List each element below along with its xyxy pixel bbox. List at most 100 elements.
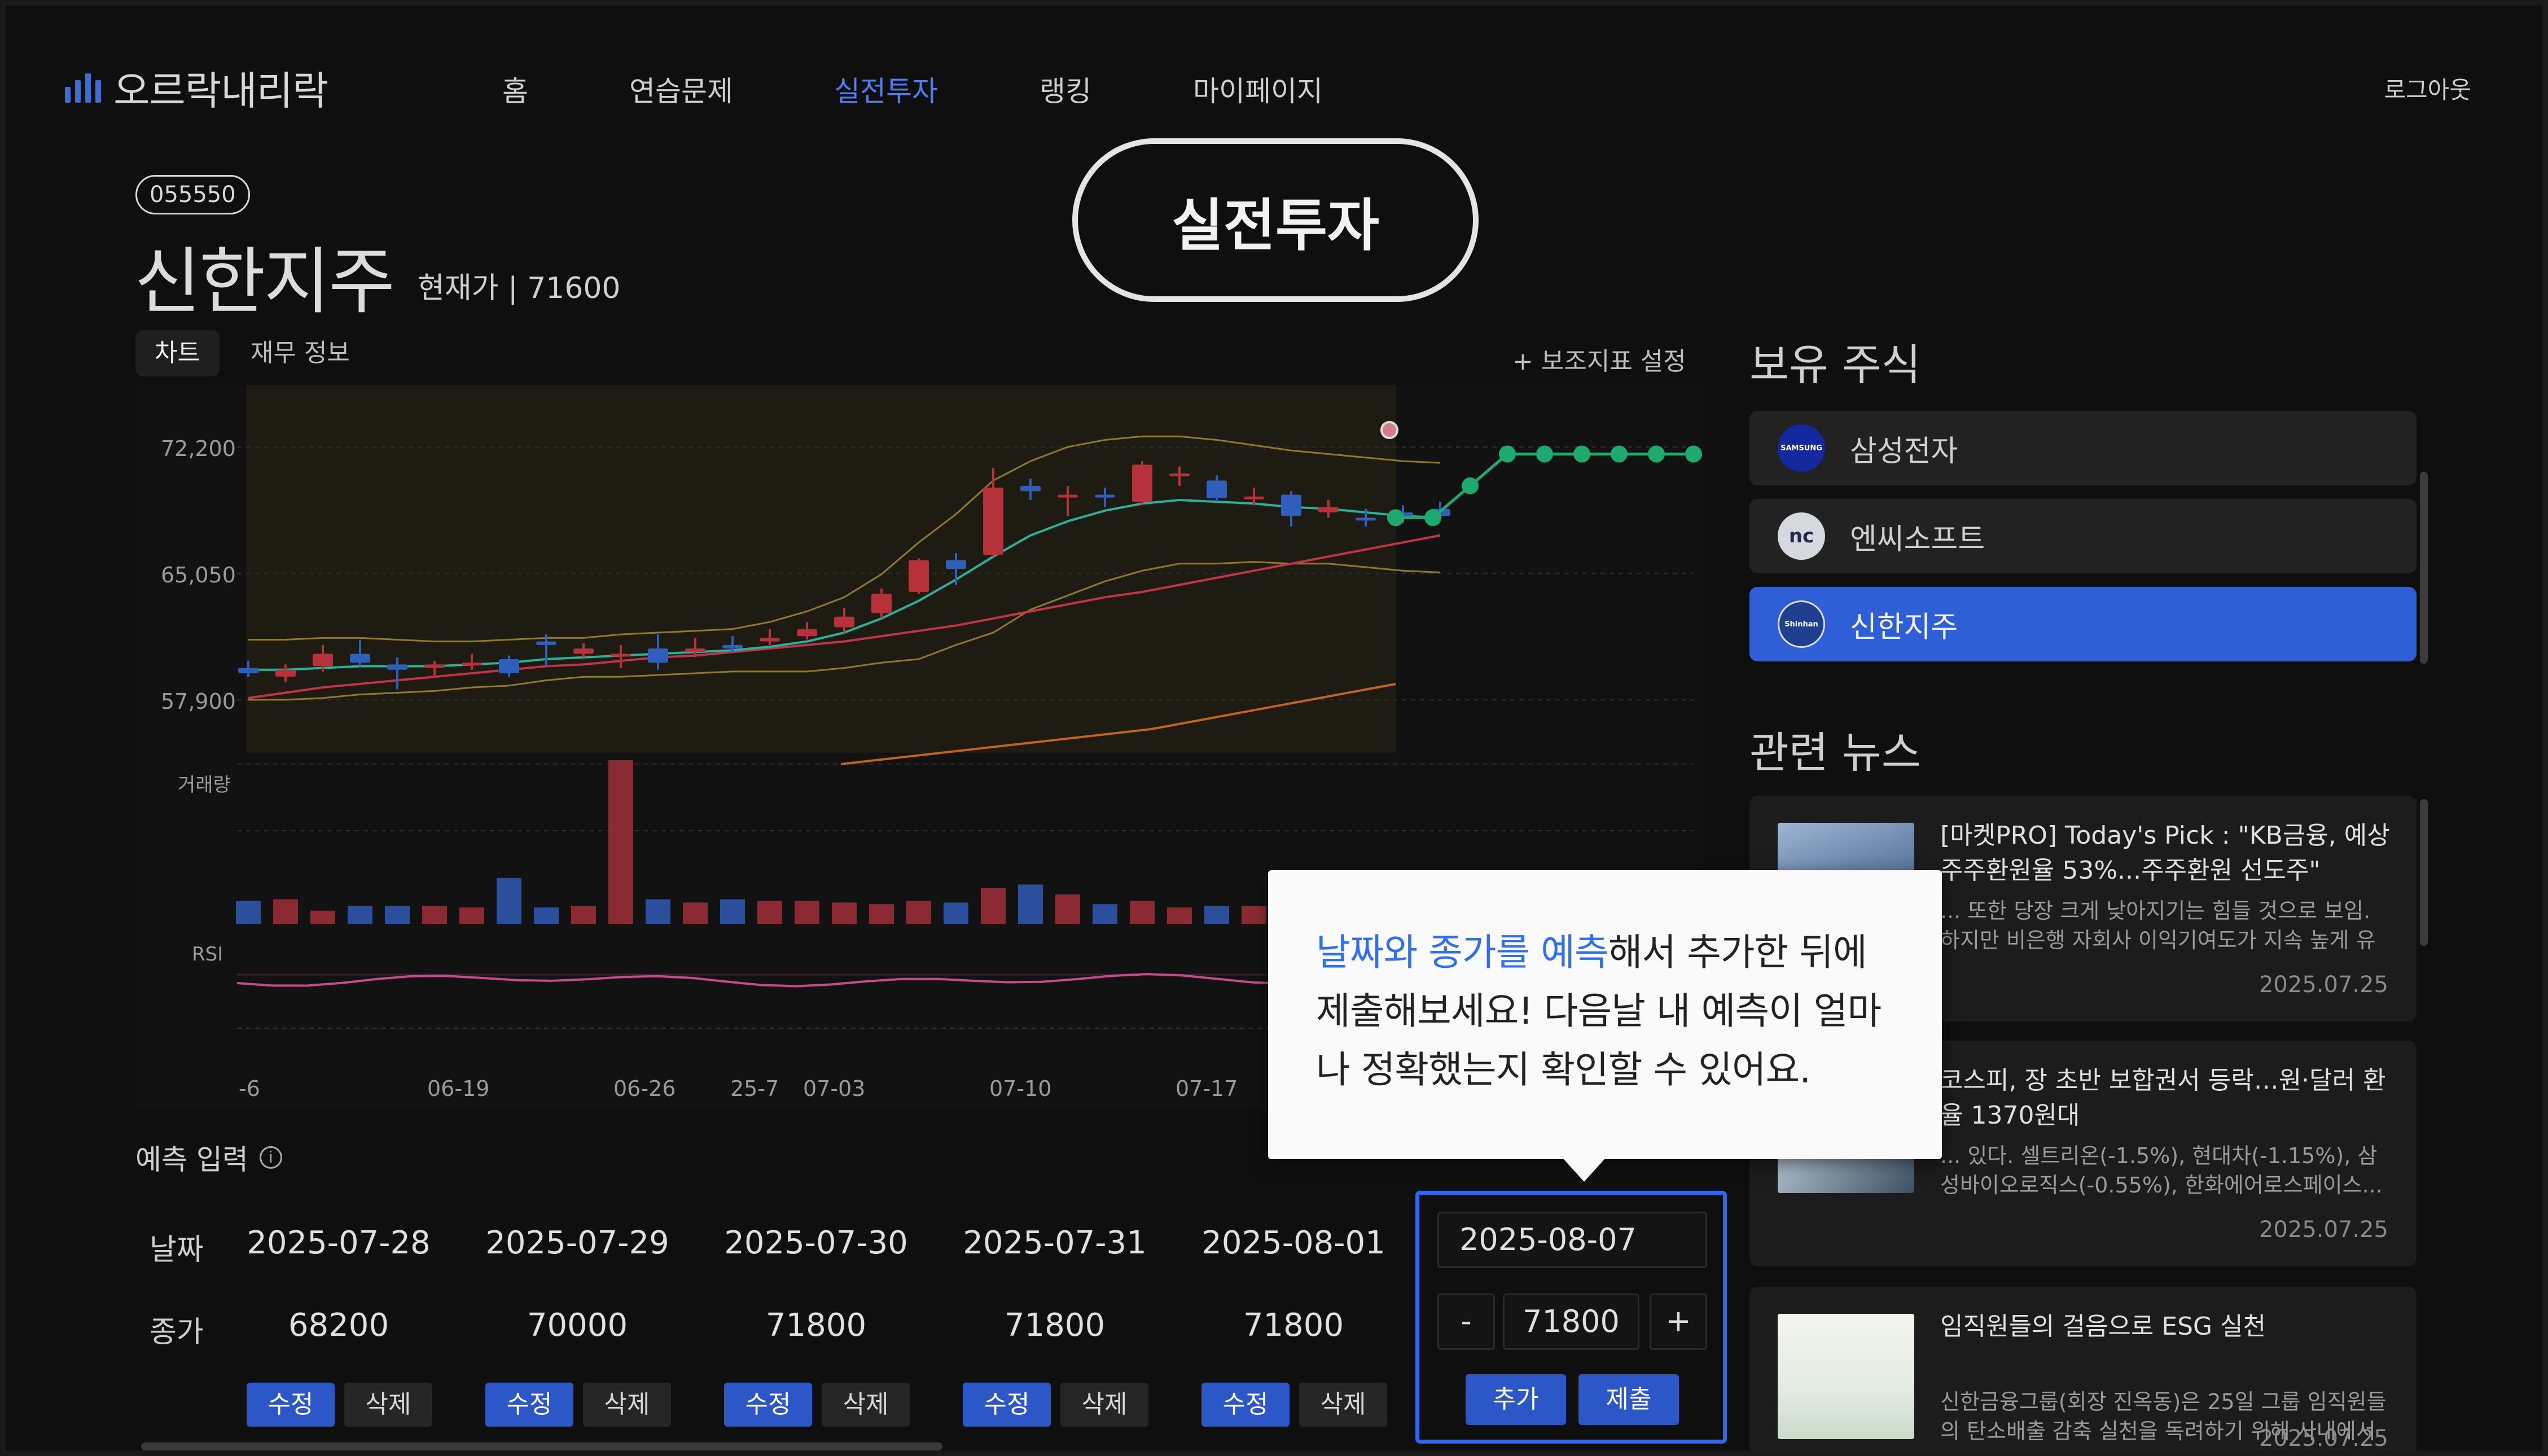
candle-body (685, 648, 705, 652)
info-icon[interactable]: i (259, 1146, 282, 1169)
candle-body (238, 668, 258, 674)
holding-item-samsung[interactable]: SAMSUNG 삼성전자 (1749, 411, 2417, 485)
delete-button[interactable]: 삭제 (1060, 1383, 1148, 1427)
prediction-point (1611, 445, 1628, 463)
logo[interactable]: 오르락내리락 (65, 59, 328, 116)
candle-body (797, 629, 817, 637)
volume-bar (310, 910, 335, 924)
stock-name: 신한지주 (134, 240, 395, 324)
holdings-scrollbar[interactable] (2420, 472, 2428, 664)
prediction-date: 2025-07-28 (247, 1225, 431, 1261)
samsung-logo-icon: SAMSUNG (1778, 424, 1825, 472)
candle-body (871, 594, 892, 613)
current-price: 현재가 | 71600 (418, 271, 621, 305)
candle-body (387, 664, 407, 670)
volume-bar (1167, 907, 1192, 924)
logout-link[interactable]: 로그아웃 (2384, 71, 2471, 106)
delete-button[interactable]: 삭제 (344, 1383, 432, 1427)
delete-button[interactable]: 삭제 (822, 1383, 910, 1427)
delete-button[interactable]: 삭제 (1299, 1383, 1387, 1427)
candle-body (499, 659, 519, 674)
prediction-point (1387, 509, 1404, 527)
news-thumbnail (1778, 1314, 1914, 1439)
candle-body (1356, 518, 1376, 521)
candle-body (946, 560, 966, 569)
candle-body (1095, 494, 1115, 498)
x-tick-label: -6 (239, 1076, 260, 1101)
news-item[interactable]: 임직원들의 걸음으로 ESG 실천 신한금융그룹(회장 진옥동)은 25일 그룹… (1749, 1287, 2417, 1450)
delete-button[interactable]: 삭제 (583, 1383, 671, 1427)
volume-bar (534, 907, 559, 924)
new-date-input[interactable]: 2025-08-07 (1437, 1212, 1707, 1268)
candle-body (536, 641, 556, 645)
candle-body (1318, 507, 1339, 512)
top-navigation: 오르락내리락 홈 연습문제 실전투자 랭킹 마이페이지 로그아웃 (6, 6, 2542, 114)
bar-chart-icon (65, 73, 101, 103)
holding-item-shinhan[interactable]: Shinhan 신한지주 (1749, 587, 2417, 661)
prediction-point (1685, 445, 1702, 463)
news-date: 2025.07.25 (2258, 1217, 2388, 1243)
news-date: 2025.07.25 (2258, 1426, 2388, 1450)
candle-body (313, 654, 333, 666)
nav-link-mypage[interactable]: 마이페이지 (1193, 69, 1323, 109)
candle-body (648, 648, 668, 663)
stock-code-badge: 055550 (135, 175, 250, 214)
holding-name: 엔씨소프트 (1850, 522, 1985, 556)
guide-tooltip: 날짜와 종가를 예측해서 추가한 뒤에 제출해보세요! 다음날 내 예측이 얼마… (1268, 870, 1942, 1182)
rsi-line (236, 973, 1392, 988)
edit-button[interactable]: 수정 (963, 1383, 1051, 1427)
edit-button[interactable]: 수정 (247, 1383, 335, 1427)
x-tick-label: 25-7 (730, 1076, 779, 1101)
tab-chart[interactable]: 차트 (135, 330, 220, 376)
volume-bar (869, 904, 894, 924)
volume-bar (1093, 904, 1117, 924)
volume-bar (683, 902, 708, 924)
volume-bar (273, 899, 298, 924)
prediction-point (1462, 477, 1479, 494)
decrease-button[interactable]: - (1437, 1293, 1495, 1350)
increase-button[interactable]: + (1650, 1293, 1707, 1350)
nav-link-real-investment[interactable]: 실전투자 (834, 69, 938, 109)
volume-bar (1055, 894, 1080, 924)
news-scrollbar[interactable] (2420, 799, 2428, 946)
x-tick-label: 06-19 (427, 1076, 489, 1101)
prediction-close: 71800 (765, 1307, 867, 1344)
volume-bar (795, 901, 819, 924)
news-summary: ... 있다. 셀트리온(-1.5%), 현대차(-1.15%), 삼성바이오로… (1940, 1143, 2383, 1198)
edit-button[interactable]: 수정 (485, 1383, 573, 1427)
prediction-close: 71800 (1004, 1307, 1106, 1344)
candle-body (983, 488, 1003, 555)
edit-button[interactable]: 수정 (724, 1383, 812, 1427)
prediction-point (1536, 445, 1553, 463)
candle-body (1169, 473, 1190, 476)
indicator-settings-button[interactable]: + 보조지표 설정 (1512, 341, 1686, 377)
volume-bar (720, 899, 745, 924)
candle-body (1058, 494, 1078, 498)
nav-link-ranking[interactable]: 랭킹 (1040, 69, 1091, 109)
holding-name: 삼성전자 (1850, 434, 1958, 468)
candle-body (760, 638, 780, 642)
prediction-point (1648, 445, 1665, 463)
horizontal-scrollbar[interactable] (141, 1442, 942, 1450)
prediction-date: 2025-07-30 (724, 1225, 908, 1261)
holding-item-ncsoft[interactable]: nc 엔씨소프트 (1749, 499, 2417, 573)
news-headline: 코스피, 장 초반 보합권서 등락…원·달러 환율 1370원대 (1940, 1066, 2386, 1130)
news-headline: [마켓PRO] Today's Pick : "KB금융, 예상 주주환원율 5… (1940, 821, 2390, 885)
candle-body (1020, 485, 1041, 492)
candle-body (275, 669, 296, 677)
tab-financial-info[interactable]: 재무 정보 (231, 330, 369, 376)
add-prediction-button[interactable]: 추가 (1466, 1374, 1566, 1425)
submit-prediction-button[interactable]: 제출 (1578, 1374, 1679, 1425)
volume-bar (497, 878, 521, 924)
volume-bar (348, 906, 372, 924)
edit-button[interactable]: 수정 (1201, 1383, 1290, 1427)
prediction-input-section: 예측 입력 i (135, 1137, 282, 1178)
prediction-input-label: 예측 입력 (135, 1143, 248, 1176)
y-tick-label: 57,900 (161, 689, 236, 714)
nav-link-home[interactable]: 홈 (502, 69, 528, 109)
candle-body (1132, 464, 1152, 502)
new-close-input[interactable]: 71800 (1503, 1293, 1639, 1350)
candle-body (909, 560, 929, 592)
prediction-date: 2025-08-01 (1201, 1225, 1385, 1261)
nav-link-practice[interactable]: 연습문제 (629, 69, 733, 109)
